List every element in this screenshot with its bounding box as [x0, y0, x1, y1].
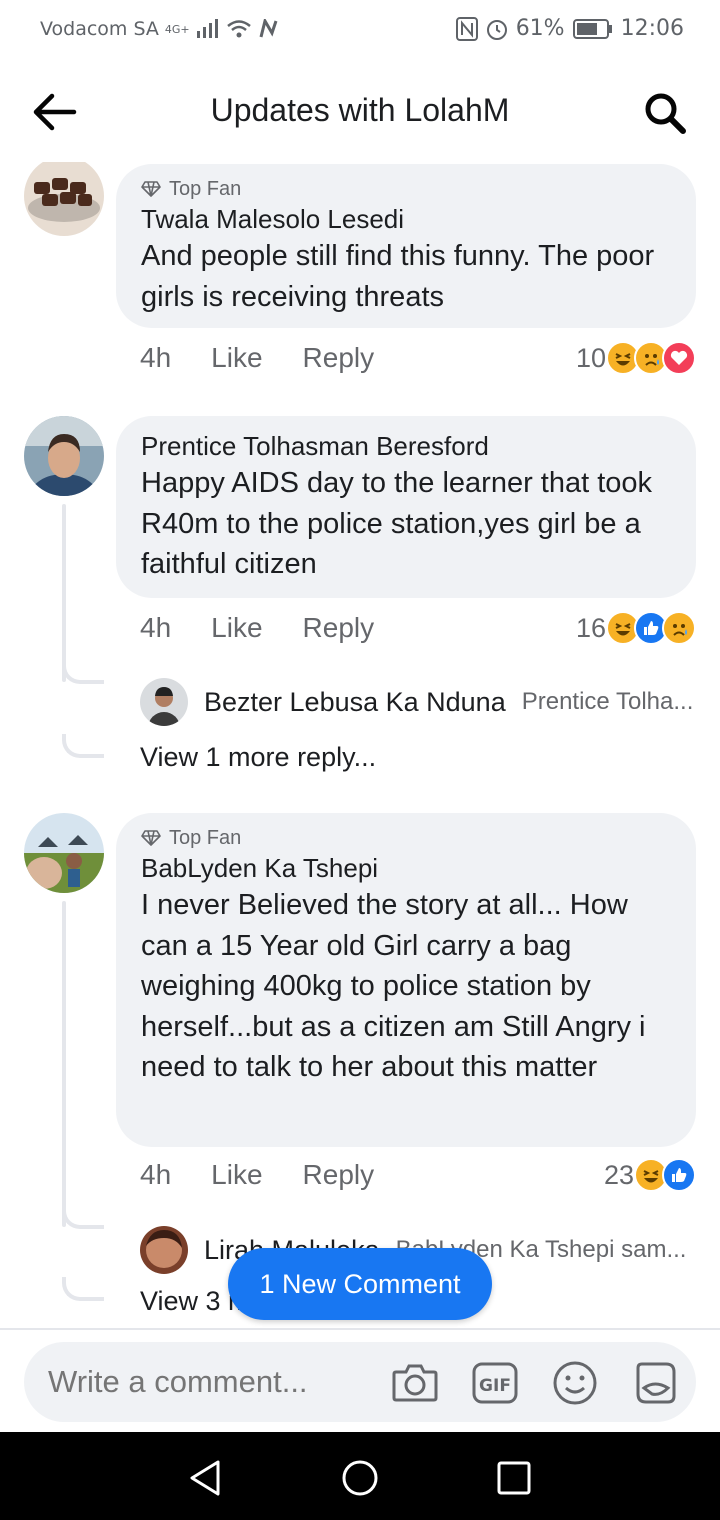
- nav-recents-button[interactable]: [494, 1458, 534, 1498]
- battery-percent: 61%: [515, 16, 565, 41]
- reply-preview[interactable]: Bezter Lebusa Ka Nduna Prentice Tolha...: [140, 678, 700, 726]
- comment-bubble[interactable]: Top Fan Twala Malesolo Lesedi And people…: [116, 164, 696, 328]
- comment-actions: 4h Like Reply: [140, 1155, 374, 1195]
- comment-time: 4h: [140, 612, 172, 643]
- search-button[interactable]: [642, 90, 688, 136]
- avatar[interactable]: [24, 162, 104, 236]
- battery-icon: [572, 18, 612, 39]
- reply-button[interactable]: Reply: [303, 1159, 375, 1191]
- gif-icon[interactable]: GIF: [470, 1358, 520, 1408]
- diamond-icon: [141, 181, 161, 197]
- comment-time: 4h: [140, 342, 172, 373]
- thread-connector: [62, 734, 104, 758]
- reaction-summary[interactable]: 16: [576, 608, 696, 648]
- svg-text:GIF: GIF: [479, 1376, 511, 1396]
- comments-feed[interactable]: Top Fan Twala Malesolo Lesedi And people…: [0, 162, 720, 1328]
- comment-actions: 4h Like Reply: [140, 338, 374, 378]
- reply-author: Bezter Lebusa Ka Nduna: [204, 686, 506, 717]
- reaction-count: 23: [603, 1159, 634, 1190]
- comment-text: I never Believed the story at all... How…: [141, 889, 646, 1083]
- reply-snippet: Prentice Tolha...: [521, 688, 694, 715]
- comment-bubble[interactable]: Prentice Tolhasman Beresford Happy AIDS …: [116, 416, 696, 598]
- wifi-icon: [226, 20, 251, 38]
- carrier-label: Vodacom SA: [40, 18, 159, 40]
- avatar[interactable]: [140, 1226, 188, 1274]
- nav-back-button[interactable]: [186, 1458, 226, 1498]
- avatar[interactable]: [24, 416, 104, 496]
- composer-bar: GIF: [24, 1342, 696, 1422]
- comment-bubble[interactable]: Top Fan BabLyden Ka Tshepi I never Belie…: [116, 813, 696, 1147]
- avatar[interactable]: [140, 678, 188, 726]
- search-icon: [645, 93, 686, 134]
- reply-button[interactable]: Reply: [303, 342, 375, 374]
- camera-icon[interactable]: [390, 1358, 440, 1408]
- comment-composer: GIF: [0, 1328, 720, 1432]
- comment-author[interactable]: Twala Malesolo Lesedi: [141, 202, 672, 236]
- avatar[interactable]: [24, 813, 104, 893]
- emoji-icon[interactable]: [550, 1358, 600, 1408]
- triangle-back-icon: [190, 1460, 220, 1496]
- thread-connector: [62, 1209, 104, 1229]
- reaction-count: 16: [575, 612, 606, 643]
- thread-line: [62, 901, 66, 1227]
- page-title: Updates with LolahM: [210, 92, 510, 128]
- like-button[interactable]: Like: [211, 342, 262, 374]
- top-fan-badge: Top Fan: [141, 825, 672, 851]
- thread-connector: [62, 1277, 104, 1301]
- thread-connector: [62, 664, 104, 684]
- reaction-summary[interactable]: 23: [604, 1155, 696, 1195]
- top-fan-badge: Top Fan: [141, 176, 672, 202]
- square-recents-icon: [497, 1461, 531, 1495]
- badge-label: Top Fan: [169, 177, 242, 200]
- reaction-count: 10: [575, 342, 606, 373]
- circle-home-icon: [342, 1460, 378, 1496]
- reply-button[interactable]: Reply: [303, 612, 375, 644]
- new-comment-button[interactable]: 1 New Comment: [228, 1248, 492, 1320]
- view-more-replies-link[interactable]: View 1 more reply...: [140, 742, 376, 773]
- comment-author[interactable]: BabLyden Ka Tshepi: [141, 851, 672, 885]
- sticker-icon[interactable]: [630, 1358, 680, 1408]
- signal-icon: [196, 19, 218, 38]
- network-type: 4G+: [164, 22, 190, 36]
- diamond-icon: [141, 830, 161, 846]
- sad-icon: [662, 611, 696, 645]
- nav-home-button[interactable]: [340, 1458, 380, 1498]
- clock-time: 12:06: [620, 16, 684, 41]
- like-button[interactable]: Like: [211, 1159, 262, 1191]
- status-bar: Vodacom SA 4G+ 61% 12:06: [0, 0, 720, 62]
- thread-line: [62, 504, 66, 682]
- like-button[interactable]: Like: [211, 612, 262, 644]
- nfc-n-icon: [259, 19, 278, 38]
- comment-actions: 4h Like Reply: [140, 608, 374, 648]
- page-header: Updates with LolahM: [0, 62, 720, 162]
- alarm-icon: [486, 19, 507, 40]
- comment-author[interactable]: Prentice Tolhasman Beresford: [141, 429, 672, 463]
- like-icon: [662, 1158, 696, 1192]
- reaction-summary[interactable]: 10: [576, 338, 696, 378]
- comment-text: And people still find this funny. The po…: [141, 240, 655, 313]
- badge-label: Top Fan: [169, 826, 242, 849]
- comment-time: 4h: [140, 1159, 172, 1190]
- system-nav-bar: [0, 1432, 720, 1520]
- nfc-icon: [455, 16, 478, 41]
- love-icon: [662, 341, 696, 375]
- comment-input[interactable]: [48, 1364, 378, 1400]
- comment-text: Happy AIDS day to the learner that took …: [141, 467, 653, 580]
